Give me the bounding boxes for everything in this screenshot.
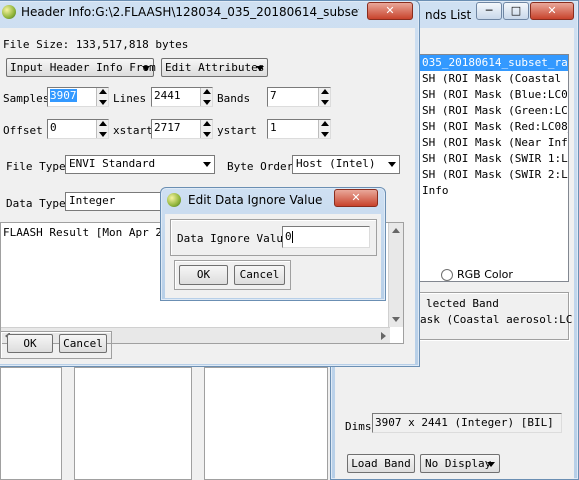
chevron-down-icon: [388, 162, 396, 167]
bands-minimize-button[interactable]: ─: [476, 2, 502, 20]
header-titlebar[interactable]: Header Info:G:\2.FLAASH\128034_035_20180…: [0, 1, 419, 23]
scroll-down-icon[interactable]: [392, 317, 400, 322]
band-list-item[interactable]: SH (ROI Mask (Red:LC08_: [420, 119, 568, 135]
ignore-close-button[interactable]: ✕: [334, 189, 378, 207]
selected-band-group: lected Band ask (Coastal aerosol:LC: [411, 292, 573, 340]
minimize-icon: ─: [485, 4, 493, 17]
header-title: Header Info:G:\2.FLAASH\128034_035_20180…: [21, 5, 359, 19]
ignore-value-label: Data Ignore Value: [177, 232, 290, 245]
offset-label: Offset: [3, 124, 43, 137]
chevron-down-icon: [203, 162, 211, 167]
file-type-label: File Type: [6, 160, 66, 173]
close-icon: ✕: [547, 4, 557, 17]
bands-listbox[interactable]: 035_20180614_subset_rad SH (ROI Mask (Coa…: [419, 54, 569, 282]
text-caret: [291, 231, 293, 243]
header-cancel-button[interactable]: Cancel: [59, 334, 107, 353]
samples-spinner[interactable]: [96, 88, 108, 106]
load-band-button[interactable]: Load Band: [347, 454, 415, 473]
chevron-down-icon: [487, 462, 495, 467]
bands-close-button[interactable]: ✕: [530, 2, 574, 20]
bands-input[interactable]: 7: [267, 87, 331, 107]
header-info-window: Header Info:G:\2.FLAASH\128034_035_20180…: [0, 0, 420, 367]
image-pane-middle: [74, 367, 192, 480]
byte-order-select[interactable]: Host (Intel): [292, 155, 400, 174]
ystart-label: ystart: [217, 124, 257, 137]
ignore-titlebar[interactable]: Edit Data Ignore Value ✕: [161, 188, 385, 210]
file-size-label: File Size: 133,517,818 bytes: [3, 38, 189, 51]
image-pane-left: [0, 367, 62, 480]
edit-ignore-dialog: Edit Data Ignore Value ✕ Data Ignore Val…: [160, 187, 386, 301]
ignore-value-input[interactable]: 0: [282, 226, 370, 248]
scroll-right-icon[interactable]: [381, 332, 386, 340]
samples-label: Samples: [3, 92, 50, 105]
band-list-item[interactable]: SH (ROI Mask (Coastal a: [420, 71, 568, 87]
band-list-item[interactable]: Info: [420, 183, 568, 199]
description-scrollbar[interactable]: [388, 223, 403, 327]
lines-spinner[interactable]: [200, 88, 212, 106]
byte-order-label: Byte Order: [227, 160, 294, 173]
no-display-button[interactable]: No Display: [420, 454, 500, 473]
samples-input[interactable]: 3907: [47, 87, 109, 107]
offset-input[interactable]: 0: [47, 119, 109, 139]
band-list-item[interactable]: 035_20180614_subset_rad: [420, 55, 568, 71]
band-list-item[interactable]: SH (ROI Mask (Green:LC0: [420, 103, 568, 119]
data-type-select[interactable]: Integer: [65, 192, 169, 211]
xstart-input[interactable]: 2717: [151, 119, 213, 139]
ignore-ok-button[interactable]: OK: [179, 265, 228, 285]
ignore-client: Data Ignore Value 0 OK Cancel: [165, 214, 381, 298]
ystart-input[interactable]: 1: [267, 119, 331, 139]
close-icon: ✕: [385, 4, 395, 17]
scroll-up-icon[interactable]: [392, 228, 400, 233]
xstart-spinner[interactable]: [200, 120, 212, 138]
data-type-label: Data Type: [6, 197, 66, 210]
ignore-cancel-button[interactable]: Cancel: [234, 265, 285, 285]
bands-spinner[interactable]: [318, 88, 330, 106]
xstart-label: xstart: [113, 124, 153, 137]
band-list-item[interactable]: SH (ROI Mask (Near Infr: [420, 135, 568, 151]
file-type-select[interactable]: ENVI Standard: [65, 155, 215, 174]
band-list-item[interactable]: SH (ROI Mask (Blue:LC08_: [420, 87, 568, 103]
offset-spinner[interactable]: [96, 120, 108, 138]
image-pane-right: [204, 367, 328, 480]
bands-title-text: nds List: [425, 8, 472, 22]
ignore-title: Edit Data Ignore Value: [188, 193, 323, 207]
selected-band-header: lected Band: [426, 297, 499, 310]
band-list-item[interactable]: SH (ROI Mask (SWIR 2:LC: [420, 167, 568, 183]
bands-label: Bands: [217, 92, 251, 105]
ystart-spinner[interactable]: [318, 120, 330, 138]
edit-attributes-button[interactable]: Edit Attributes: [161, 58, 268, 77]
close-icon: ✕: [351, 191, 361, 204]
lines-label: Lines: [113, 92, 147, 105]
band-list-item[interactable]: SH (ROI Mask (SWIR 1:LC: [420, 151, 568, 167]
envi-logo-icon: [167, 193, 181, 207]
header-close-button[interactable]: ✕: [367, 2, 413, 20]
maximize-icon: □: [510, 4, 522, 17]
dims-label: Dims: [345, 420, 372, 433]
bands-maximize-button[interactable]: □: [503, 2, 529, 20]
dims-value: 3907 x 2441 (Integer) [BIL]: [372, 413, 562, 433]
selected-band-value: ask (Coastal aerosol:LC: [420, 313, 573, 326]
header-ok-button[interactable]: OK: [7, 334, 53, 353]
lines-input[interactable]: 2441: [151, 87, 213, 107]
chevron-down-icon: [256, 66, 264, 71]
chevron-down-icon: [142, 66, 150, 71]
rgb-color-radio[interactable]: [441, 269, 453, 281]
rgb-color-label: RGB Color: [457, 268, 513, 281]
envi-logo-icon: [2, 5, 16, 19]
input-header-info-button[interactable]: Input Header Info From: [6, 58, 156, 77]
